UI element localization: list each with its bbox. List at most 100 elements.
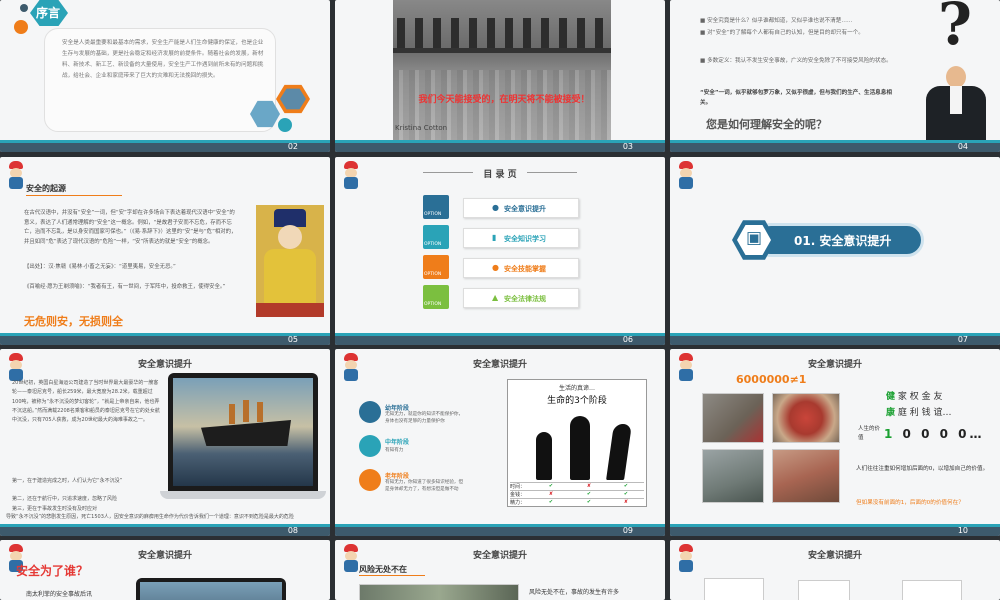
steel-beam [393, 48, 611, 53]
slide-04-thumbnail[interactable]: ■ 安全究竟是什么？似乎谁都知道，又似乎谁也说不清楚…… ■ 对“安全”的了解每… [670, 0, 1000, 152]
slide-footer: 06 [335, 335, 665, 345]
value-label: 人生的价值 [858, 426, 881, 441]
stage-2-title: 中年阶段 [385, 439, 410, 446]
preface-decor-teal-circle [278, 118, 292, 132]
toc-item-1[interactable]: ● 安全意识提升 [463, 198, 579, 218]
chart-icon: ▮ [492, 233, 497, 242]
option-label: OPTION [424, 272, 442, 277]
slide-03-author: Kristina Cotton [395, 124, 448, 132]
laptop-base [160, 491, 326, 499]
titanic-text-1: 20世纪初，英国白星海运公司建造了当时世界最大最豪华的一艘客轮——泰坦尼克号，船… [12, 380, 160, 424]
stage-1-icon [359, 401, 381, 423]
origin-heading: 安全的起源 [26, 184, 66, 193]
toc-option-3-badge: OPTION [423, 255, 449, 279]
toc-item-4[interactable]: ▲ 安全法律法规 [463, 288, 579, 308]
slide-08-thumbnail[interactable]: 安全意识提升 20世纪初，英国白星海运公司建造了当时世界最大最豪华的一艘客轮——… [0, 349, 330, 536]
check-icon: ✔ [548, 499, 554, 505]
value-first-digit: 1 [884, 427, 896, 441]
toc-item-3-label: 安全技能掌握 [504, 265, 546, 273]
table-row-label: 时间： [510, 484, 526, 490]
slide-05-thumbnail[interactable]: 安全的起源 在古代汉语中，并没有“安全”一词，但“安”字却在许多场合下表达着现代… [0, 157, 330, 345]
slide-number: 04 [957, 142, 968, 151]
slide-12-thumbnail[interactable]: 安全意识提升 风险无处不在 风险无处不在，事故的发生有许多 [335, 540, 665, 600]
formula: 6000000≠1 [736, 373, 807, 386]
slide-13-thumbnail[interactable]: 安全意识提升 [670, 540, 1000, 600]
emperor-portrait [256, 205, 324, 317]
slide-09-thumbnail[interactable]: 安全意识提升 幼年阶段 无知无力，就是你的知识不能保护你，身体也没有足够的力量保… [335, 349, 665, 536]
toc-item-1-label: 安全意识提升 [504, 205, 546, 213]
titanic-photo [173, 378, 313, 486]
heading-underline [359, 575, 425, 576]
injury-photo-1 [702, 393, 764, 443]
check-icon: ✔ [586, 499, 592, 505]
slide-11-title: 安全意识提升 [137, 551, 192, 561]
value-row-2: 康 庭 利 钱 谊… [886, 405, 951, 418]
slide-12-text: 风险无处不在，事故的发生有许多 [529, 589, 620, 596]
check-icon: ✔ [623, 483, 629, 489]
option-label: OPTION [424, 302, 442, 307]
injury-photo-4 [772, 449, 840, 503]
slide-12-heading: 风险无处不在 [359, 565, 407, 574]
slide-10-thumbnail[interactable]: 安全意识提升 6000000≠1 健 家 权 金 友 康 庭 利 钱 谊… 人生… [670, 349, 1000, 536]
value-row-2-rest: 庭 利 钱 谊… [897, 408, 952, 418]
cartoon-panel-2 [798, 580, 850, 600]
adult-silhouette [570, 416, 590, 480]
slide-number: 10 [957, 526, 968, 535]
life-stages-card: 生活的真谛… 生命的3个阶段 时间： ✔ ✘ ✔ 金钱： ✘ ✔ ✔ 精力： ✔ ✔ ✘ [507, 379, 647, 507]
laptop-screen [136, 578, 286, 600]
slide-number: 09 [622, 526, 633, 535]
slide-number: 07 [957, 335, 968, 344]
slide-11-thumbnail[interactable]: 安全意识提升 安全为了谁？ 南太利菲的安全事故后讯 [0, 540, 330, 600]
slide-footer: 03 [335, 142, 665, 152]
question-mark-icon: ? [938, 0, 972, 58]
elder-silhouette [606, 424, 632, 480]
value-row-1: 健 家 权 金 友 [886, 389, 942, 402]
toc-option-2-badge: OPTION [423, 225, 449, 249]
toc-item-2-label: 安全知识学习 [504, 235, 546, 243]
origin-para-1: 在古代汉语中，并没有“安全”一词，但“安”字却在许多场合下表达着现代汉语中“安全… [24, 210, 237, 245]
option-label: OPTION [424, 212, 442, 217]
check-icon: ✔ [586, 491, 592, 497]
slide-11-heading: 安全为了谁？ [16, 564, 89, 578]
slide-footer: 02 [0, 142, 330, 152]
slide-footer: 04 [670, 142, 1000, 152]
truth-big: 生命的3个阶段 [547, 396, 607, 406]
stage-2-text: 有知有力 [385, 448, 404, 453]
slide-03-thumbnail[interactable]: 我们今天能接受的，在明天将不能被接受！ Kristina Cotton 03 [335, 0, 665, 152]
slide-11-sub: 南太利菲的安全事故后讯 [26, 591, 93, 598]
origin-para-3: 《百喻经·愿为王剃须喻》：“我者有王，有一世间，于军阵中，投命救王，使得安全。” [24, 284, 226, 290]
slide-footer: 08 [0, 526, 330, 536]
check-icon: ✔ [623, 491, 629, 497]
toc-title-line-left [423, 172, 473, 173]
toc-item-4-label: 安全法律法规 [504, 295, 546, 303]
stage-3-icon [359, 469, 381, 491]
toc-item-3[interactable]: ● 安全技能掌握 [463, 258, 579, 278]
question-4: “安全”一词，似乎就够包罗万象，又似乎很虚，但与我们的生产、生活息息相关。 [700, 90, 892, 106]
stage-1-text: 无知无力，就是你的知识不能保护你，身体也没有足够的力量保护你 [385, 412, 464, 424]
preface-title: 序言 [36, 6, 61, 20]
question-3: ■ 多数定义：我认不发生安全事故，广义的安全免除了不可接受风险的状态。 [700, 58, 892, 64]
value-row-1-rest: 家 权 金 友 [897, 392, 943, 402]
slide-number: 06 [622, 335, 633, 344]
group-people-icon: ▣ [746, 228, 763, 248]
preface-decor-circle-small [20, 4, 28, 12]
table-row-label: 金钱： [510, 492, 526, 498]
risk-photo [359, 584, 519, 600]
slide-02-thumbnail[interactable]: 序言 安全是人类最重要和最基本的需求，安全生产能是人们生命健康的保证，也是企业生… [0, 0, 330, 152]
toc-option-1-badge: OPTION [423, 195, 449, 219]
toc-item-2[interactable]: ▮ 安全知识学习 [463, 228, 579, 248]
slide-footer: 10 [670, 526, 1000, 536]
slide-10-title: 安全意识提升 [807, 360, 862, 370]
slide-09-title: 安全意识提升 [472, 360, 527, 370]
slide-08-title: 安全意识提升 [137, 360, 192, 370]
stage-table: 时间： ✔ ✘ ✔ 金钱： ✘ ✔ ✔ 精力： ✔ ✔ ✘ [510, 482, 644, 506]
preface-decor-circle [14, 20, 28, 34]
slide-06-thumbnail[interactable]: 目 录 页 OPTION ● 安全意识提升 OPTION ▮ 安全知识学习 OP… [335, 157, 665, 345]
slide-07-thumbnail[interactable]: ▣ 01. 安全意识提升 07 [670, 157, 1000, 345]
titanic-bottom-text: 导致“永不沉没”的悲剧发生原因，死亡1503人，因安全意识的麻痹用生命作为代价告… [6, 514, 294, 520]
injury-photo-2 [772, 393, 840, 443]
check-icon: ✔ [548, 483, 554, 489]
titanic-list-1: 第一，在于建造完成之时，人们认为它“永不沉没” [12, 478, 123, 484]
toc-title-line-right [527, 172, 577, 173]
cartoon-panel-3 [902, 580, 962, 600]
